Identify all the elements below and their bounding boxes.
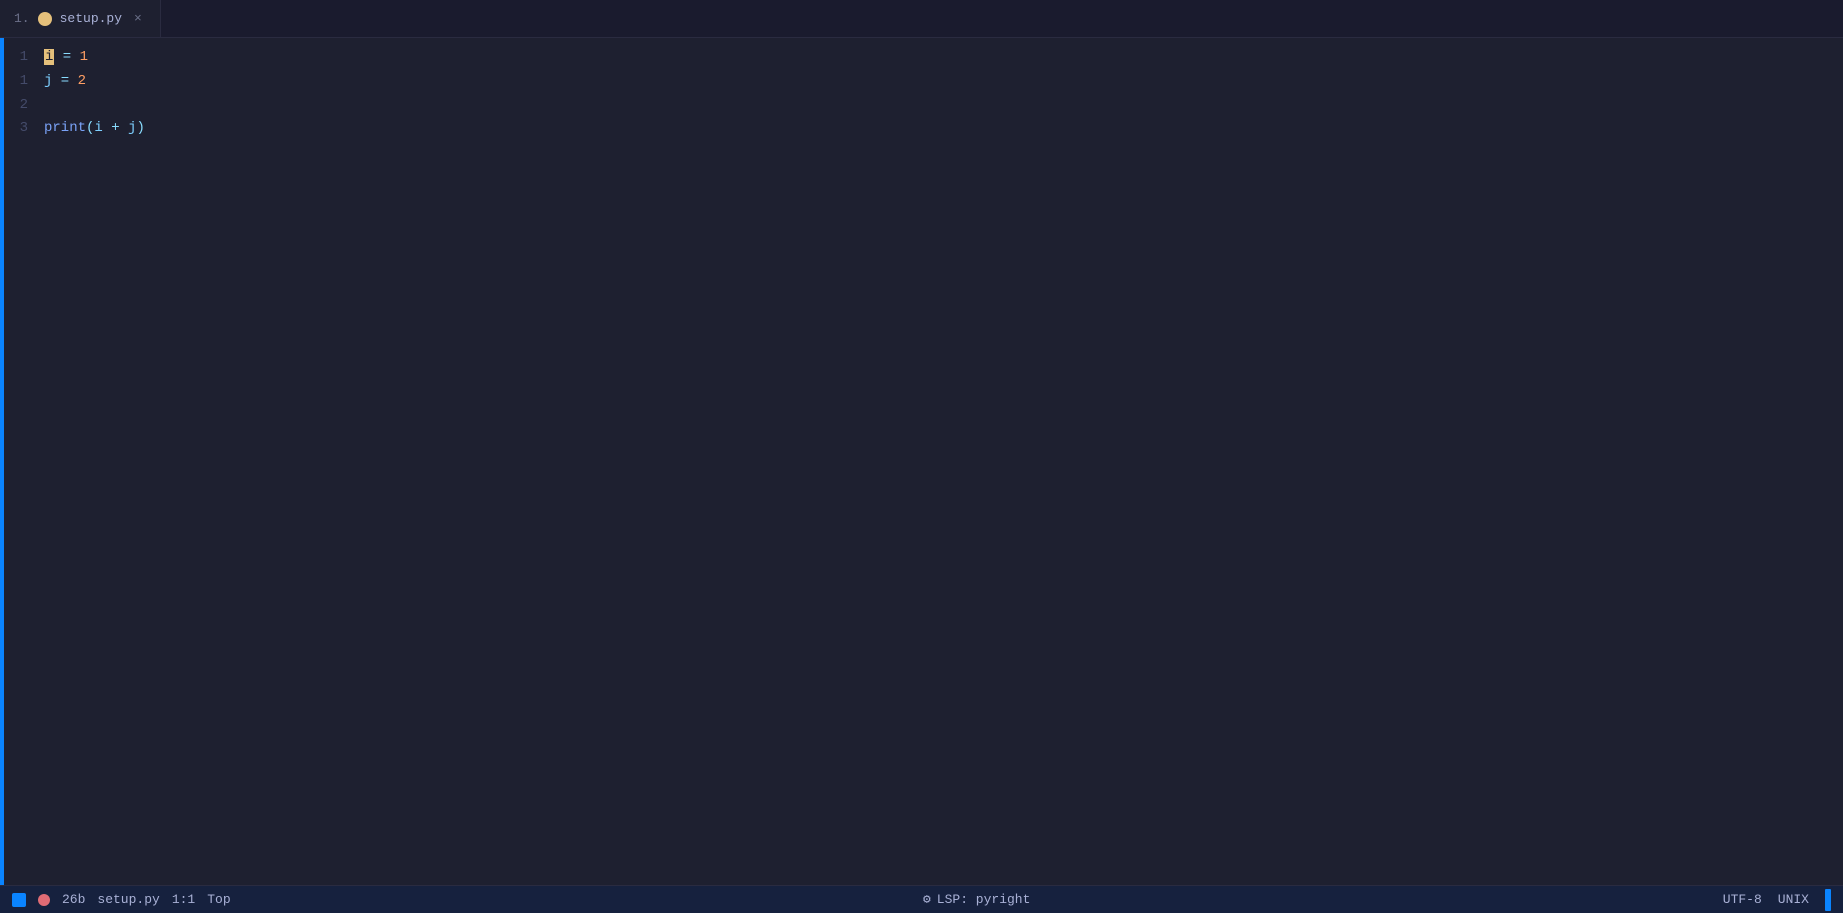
line-content-2 <box>44 94 52 118</box>
line-number-3: 3 <box>4 117 44 141</box>
code-line-1[interactable]: 1 i = 1 <box>4 46 1843 70</box>
tab-setup-py[interactable]: 1. setup.py × <box>0 0 161 37</box>
tab-bar: 1. setup.py × <box>0 0 1843 38</box>
status-scroll: Top <box>207 892 230 907</box>
tab-filename: setup.py <box>60 11 122 26</box>
line-number-1b: 1 <box>4 70 44 94</box>
var-i: i <box>44 49 54 65</box>
status-dot <box>38 894 50 906</box>
tab-file-icon <box>38 12 52 26</box>
tab-close-button[interactable]: × <box>130 10 146 27</box>
code-line-2[interactable]: 2 <box>4 94 1843 118</box>
line-number-1: 1 <box>4 46 44 70</box>
status-left: 26b setup.py 1:1 Top <box>12 892 231 907</box>
var-i-2: i <box>94 120 102 136</box>
line-content-1b: j = 2 <box>44 70 86 94</box>
paren-close: ) <box>136 120 144 136</box>
line-content-1: i = 1 <box>44 46 88 70</box>
num-1: 1 <box>80 49 88 65</box>
line-number-2: 2 <box>4 94 44 118</box>
status-mode-indicator <box>12 893 26 907</box>
code-container: 1 i = 1 1 j = 2 2 3 print(i + j) <box>4 46 1843 141</box>
op-equals-2: = <box>52 73 77 89</box>
op-plus: + <box>103 120 128 136</box>
line-content-3: print(i + j) <box>44 117 145 141</box>
status-line-ending: UNIX <box>1778 892 1809 907</box>
op-equals-1: = <box>54 49 79 65</box>
editor-area[interactable]: 1 i = 1 1 j = 2 2 3 print(i + j) <box>4 38 1843 885</box>
status-right: UTF-8 UNIX <box>1723 889 1831 911</box>
status-encoding: UTF-8 <box>1723 892 1762 907</box>
status-center: ⚙ LSP: pyright <box>231 892 1723 907</box>
status-lsp: LSP: pyright <box>937 892 1031 907</box>
tab-number: 1. <box>14 11 30 26</box>
status-file-name: setup.py <box>97 892 159 907</box>
status-right-bar <box>1825 889 1831 911</box>
code-line-1b[interactable]: 1 j = 2 <box>4 70 1843 94</box>
status-position: 1:1 <box>172 892 195 907</box>
func-print: print <box>44 120 86 136</box>
main-content: 1 i = 1 1 j = 2 2 3 print(i + j) <box>0 38 1843 885</box>
num-2: 2 <box>78 73 86 89</box>
lsp-gear-icon: ⚙ <box>923 892 931 907</box>
status-bar: 26b setup.py 1:1 Top ⚙ LSP: pyright UTF-… <box>0 885 1843 913</box>
code-line-3[interactable]: 3 print(i + j) <box>4 117 1843 141</box>
status-file-size: 26b <box>62 892 85 907</box>
